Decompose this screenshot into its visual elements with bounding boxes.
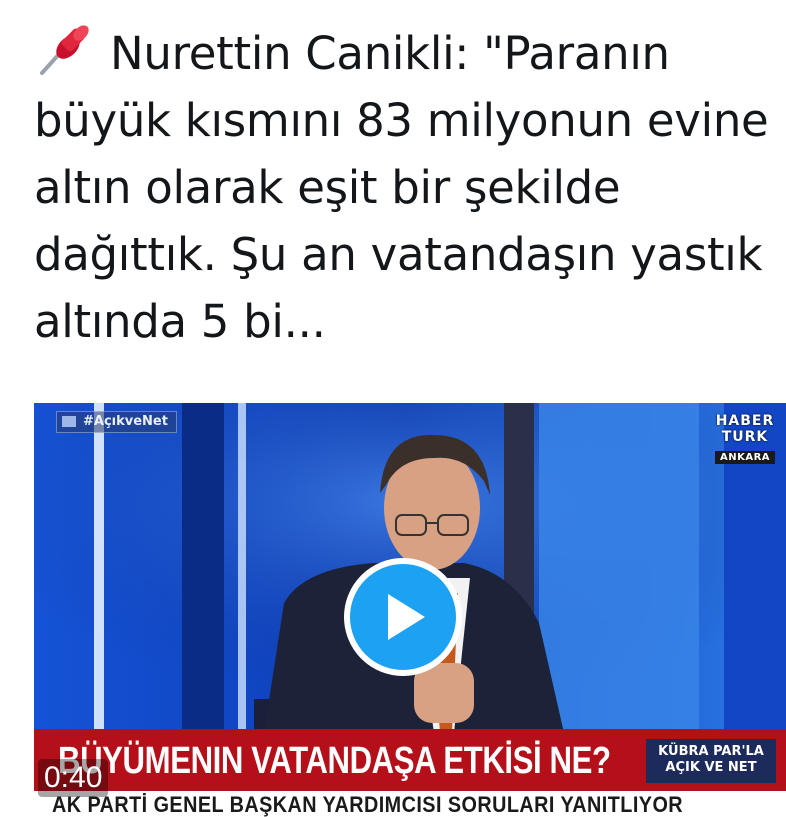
hashtag-badge: #AçıkveNet [56, 411, 177, 433]
show-badge: KÜBRA PAR'LA AÇIK VE NET [646, 739, 776, 783]
video-player[interactable]: #AçıkveNet HABER TURK ANKARA BÜYÜMENIN V… [34, 403, 786, 817]
sub-ticker: AK PARTİ GENEL BAŞKAN YARDIMCISI SORULAR… [34, 791, 786, 817]
news-ticker: BÜYÜMENIN VATANDAŞA ETKİSİ NE? KÜBRA PAR… [34, 729, 786, 793]
show-badge-line1: KÜBRA PAR'LA [658, 744, 764, 759]
tweet-body: Nurettin Canikli: "Paranın büyük kısmını… [34, 27, 769, 348]
channel-logo-line2: TURK [721, 429, 769, 445]
channel-logo: HABER TURK ANKARA [710, 413, 780, 464]
screen-icon [62, 416, 76, 427]
channel-logo-line1: HABER [715, 413, 775, 429]
ticker-headline: BÜYÜMENIN VATANDAŞA ETKİSİ NE? [58, 740, 611, 782]
video-duration: 0:40 [38, 759, 109, 797]
sub-ticker-text: AK PARTİ GENEL BAŞKAN YARDIMCISI SORULAR… [52, 792, 684, 817]
play-button[interactable] [344, 558, 462, 676]
channel-location: ANKARA [714, 451, 776, 464]
tweet-text: Nurettin Canikli: "Paranın büyük kısmını… [34, 20, 774, 355]
show-badge-line2: AÇIK VE NET [665, 760, 757, 775]
pushpin-icon [34, 23, 96, 75]
play-icon [388, 594, 425, 640]
